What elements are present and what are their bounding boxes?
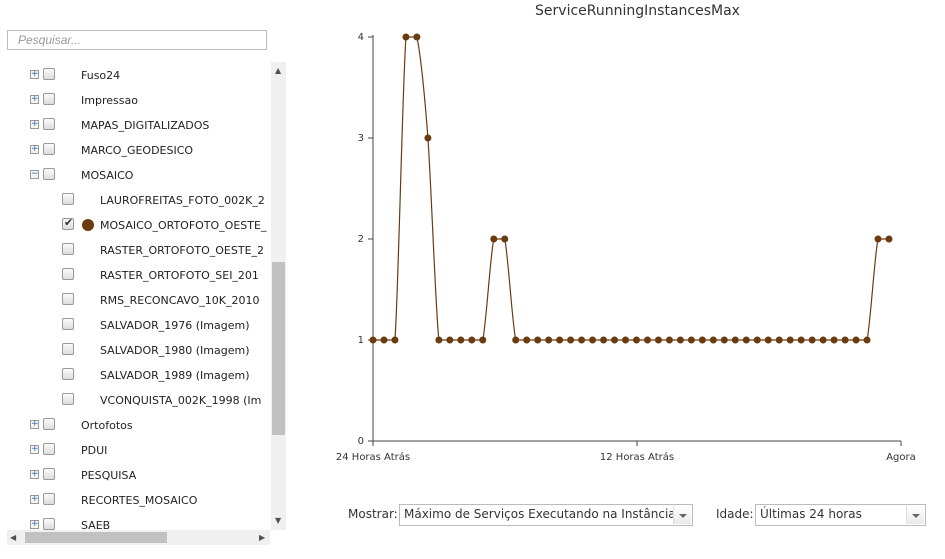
data-point: [490, 235, 498, 243]
data-point: [808, 336, 816, 344]
data-point: [567, 336, 575, 344]
data-point: [665, 336, 673, 344]
data-point: [578, 336, 586, 344]
data-point: [391, 336, 399, 344]
y-tick-label: 0: [358, 436, 364, 447]
data-point: [797, 336, 805, 344]
expand-icon[interactable]: +: [30, 520, 39, 529]
data-point: [611, 336, 619, 344]
x-tick-label: Agora: [886, 452, 916, 463]
data-point: [622, 336, 630, 344]
data-point: [643, 336, 651, 344]
layer-label: SAEB: [81, 519, 111, 530]
data-point: [556, 336, 564, 344]
data-point: [753, 336, 761, 344]
data-point: [764, 336, 772, 344]
x-tick-label: 12 Horas Atrás: [600, 451, 674, 463]
line-chart: 0 1 2 3 4 24 Horas Atrás 12 Horas Atrás Agora: [336, 32, 916, 463]
y-tick-label: 1: [358, 335, 364, 346]
data-point: [841, 336, 849, 344]
data-point: [589, 336, 597, 344]
y-tick-label: 2: [358, 234, 364, 245]
data-point: [709, 336, 717, 344]
y-tick-label: 4: [358, 32, 364, 43]
data-point: [742, 336, 750, 344]
mostrar-select[interactable]: Máximo de Serviços Executando na Instânc…: [399, 504, 693, 526]
data-point: [512, 336, 520, 344]
mostrar-select-value: Máximo de Serviços Executando na Instânc…: [404, 507, 676, 521]
layer-checkbox[interactable]: [43, 518, 55, 530]
idade-select-value: Últimas 24 horas: [760, 507, 862, 521]
data-point: [775, 336, 783, 344]
x-tick-label: 24 Horas Atrás: [336, 451, 410, 463]
data-point: [819, 336, 827, 344]
data-point: [468, 336, 476, 344]
data-point: [654, 336, 662, 344]
data-point: [863, 336, 871, 344]
layer-tree-item[interactable]: + SAEB: [0, 514, 271, 530]
scroll-right-arrow-icon[interactable]: ▶: [259, 534, 265, 542]
data-point: [413, 33, 421, 41]
data-point: [380, 336, 388, 344]
y-tick-label: 3: [358, 133, 364, 144]
data-point: [534, 336, 542, 344]
data-point: [731, 336, 739, 344]
data-point: [402, 33, 410, 41]
data-point: [600, 336, 608, 344]
data-point: [446, 336, 454, 344]
data-point: [545, 336, 553, 344]
data-point: [479, 336, 487, 344]
chevron-down-icon[interactable]: [906, 506, 924, 524]
data-point: [687, 336, 695, 344]
scroll-down-arrow-icon[interactable]: ▼: [275, 517, 281, 525]
data-point: [786, 336, 794, 344]
data-point: [720, 336, 728, 344]
data-point: [676, 336, 684, 344]
horizontal-scrollbar[interactable]: ◀ ▶: [7, 530, 270, 545]
data-point: [698, 336, 706, 344]
mostrar-label: Mostrar:: [348, 507, 398, 521]
data-point: [632, 336, 640, 344]
data-point: [885, 235, 893, 243]
series-line: [373, 36, 889, 341]
idade-label: Idade:: [716, 507, 754, 521]
data-point: [830, 336, 838, 344]
data-point: [369, 336, 377, 344]
data-point: [501, 235, 509, 243]
scroll-left-arrow-icon[interactable]: ◀: [10, 534, 16, 542]
horizontal-scroll-thumb[interactable]: [25, 532, 167, 543]
data-point: [424, 134, 432, 142]
data-point: [852, 336, 860, 344]
chevron-down-icon[interactable]: [673, 506, 691, 524]
data-point: [874, 235, 882, 243]
idade-select[interactable]: Últimas 24 horas: [755, 504, 926, 526]
data-point: [457, 336, 465, 344]
data-point: [435, 336, 443, 344]
data-point: [523, 336, 531, 344]
